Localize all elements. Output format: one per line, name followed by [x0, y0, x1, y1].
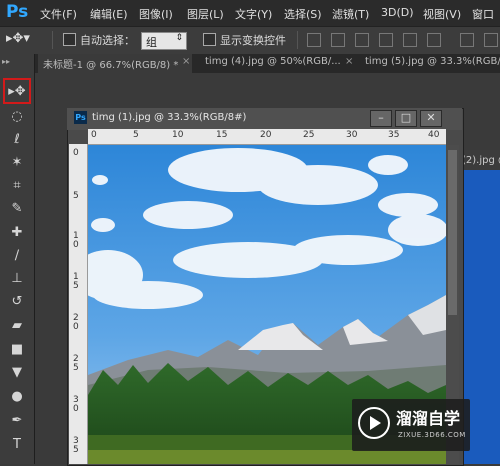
brush-tool-icon[interactable]: ∕	[6, 245, 28, 265]
ruler-v-label: 3 0	[73, 395, 79, 414]
watermark: 溜溜自学 ZIXUE.3D66.COM	[352, 399, 470, 451]
ruler-v-label: 2 0	[73, 313, 79, 332]
menu-file[interactable]: 文件(F)	[40, 6, 77, 22]
watermark-url: ZIXUE.3D66.COM	[398, 431, 466, 439]
ruler-h-label: 5	[133, 130, 139, 140]
blur-tool-icon[interactable]: ▼	[6, 362, 28, 382]
ruler-h-label: 30	[346, 130, 358, 140]
ruler-v-label: 5	[73, 191, 79, 201]
auto-select-checkbox[interactable]	[63, 33, 76, 46]
ruler-h-label: 40	[428, 130, 440, 140]
photoshop-doc-icon: Ps	[74, 111, 87, 124]
menu-select[interactable]: 选择(S)	[284, 6, 322, 22]
ruler-v-label: 2 5	[73, 354, 79, 373]
scrollbar-thumb[interactable]	[448, 150, 457, 315]
options-divider	[297, 31, 298, 49]
tab-timg5-label[interactable]: timg (5).jpg @ 33.3%(RGB/...	[365, 56, 500, 67]
menu-filter[interactable]: 滤镜(T)	[332, 6, 369, 22]
close-icon[interactable]: ×	[345, 56, 353, 67]
menu-image[interactable]: 图像(I)	[139, 6, 173, 22]
eyedropper-tool-icon[interactable]: ✎	[6, 198, 28, 218]
collapse-panel-icon[interactable]: ▸▸	[2, 57, 10, 66]
ruler-h-label: 25	[303, 130, 315, 140]
marquee-tool-icon[interactable]: ◌	[6, 106, 28, 126]
app-logo: Ps	[6, 2, 29, 22]
menu-layer[interactable]: 图层(L)	[187, 6, 224, 22]
ruler-v-label: 1 0	[73, 231, 79, 250]
ruler-h-label: 35	[388, 130, 400, 140]
move-tool-icon[interactable]: ▸✥	[6, 81, 28, 101]
menu-view[interactable]: 视图(V)	[423, 6, 461, 22]
align-left-icon[interactable]	[379, 33, 393, 47]
healing-brush-tool-icon[interactable]: ✚	[6, 222, 28, 242]
play-logo-icon	[358, 407, 390, 439]
document-title: timg (1).jpg @ 33.3%(RGB/8#)	[92, 112, 247, 123]
ruler-v-label: 3 5	[73, 436, 79, 455]
auto-select-dropdown[interactable]: 组 ⇕	[141, 32, 187, 50]
align-top-icon[interactable]	[307, 33, 321, 47]
gradient-tool-icon[interactable]: ■	[6, 339, 28, 359]
distribute-top-icon[interactable]	[460, 33, 474, 47]
minimize-icon[interactable]: –	[370, 110, 392, 127]
magic-wand-tool-icon[interactable]: ✶	[6, 152, 28, 172]
ruler-v-label: 1 5	[73, 272, 79, 291]
align-bottom-icon[interactable]	[355, 33, 369, 47]
dodge-tool-icon[interactable]: ●	[6, 386, 28, 406]
ruler-h-label: 20	[260, 130, 272, 140]
eraser-tool-icon[interactable]: ▰	[6, 315, 28, 335]
menu-type[interactable]: 文字(Y)	[235, 6, 272, 22]
show-transform-label: 显示变换控件	[220, 34, 286, 47]
type-tool-icon[interactable]: T	[6, 434, 28, 454]
pen-tool-icon[interactable]: ✒	[6, 410, 28, 430]
ruler-h-label: 10	[172, 130, 184, 140]
ruler-v-label: 0	[73, 148, 79, 158]
tab-untitled-label: 未标题-1 @ 66.7%(RGB/8) *	[43, 60, 179, 71]
chevron-updown-icon: ⇕	[175, 33, 183, 43]
show-transform-checkbox[interactable]	[203, 33, 216, 46]
ruler-h-label: 15	[216, 130, 228, 140]
lasso-tool-icon[interactable]: ℓ	[6, 129, 28, 149]
ruler-h-label: 0	[91, 130, 97, 140]
menu-edit[interactable]: 编辑(E)	[90, 6, 128, 22]
background-doc-title: (2).jpg @	[462, 155, 500, 166]
distribute-vcenter-icon[interactable]	[484, 33, 498, 47]
close-icon[interactable]: ✕	[420, 110, 442, 127]
move-tool-preset-icon[interactable]: ▸✥▾	[6, 31, 30, 46]
options-divider	[52, 31, 53, 49]
align-hcenter-icon[interactable]	[403, 33, 417, 47]
history-brush-tool-icon[interactable]: ↺	[6, 291, 28, 311]
watermark-brand: 溜溜自学	[396, 409, 461, 428]
auto-select-label: 自动选择：	[80, 34, 135, 47]
tab-timg4-label[interactable]: timg (4).jpg @ 50%(RGB/...	[205, 56, 341, 67]
close-icon[interactable]: ×	[182, 56, 190, 67]
maximize-icon[interactable]: □	[395, 110, 417, 127]
menu-window[interactable]: 窗口	[472, 6, 494, 22]
align-right-icon[interactable]	[427, 33, 441, 47]
play-icon	[370, 416, 381, 430]
menu-3d[interactable]: 3D(D)	[381, 6, 414, 19]
crop-tool-icon[interactable]: ⌗	[6, 175, 28, 195]
auto-select-value: 组	[146, 36, 157, 49]
clone-stamp-tool-icon[interactable]: ⊥	[6, 268, 28, 288]
align-vcenter-icon[interactable]	[331, 33, 345, 47]
